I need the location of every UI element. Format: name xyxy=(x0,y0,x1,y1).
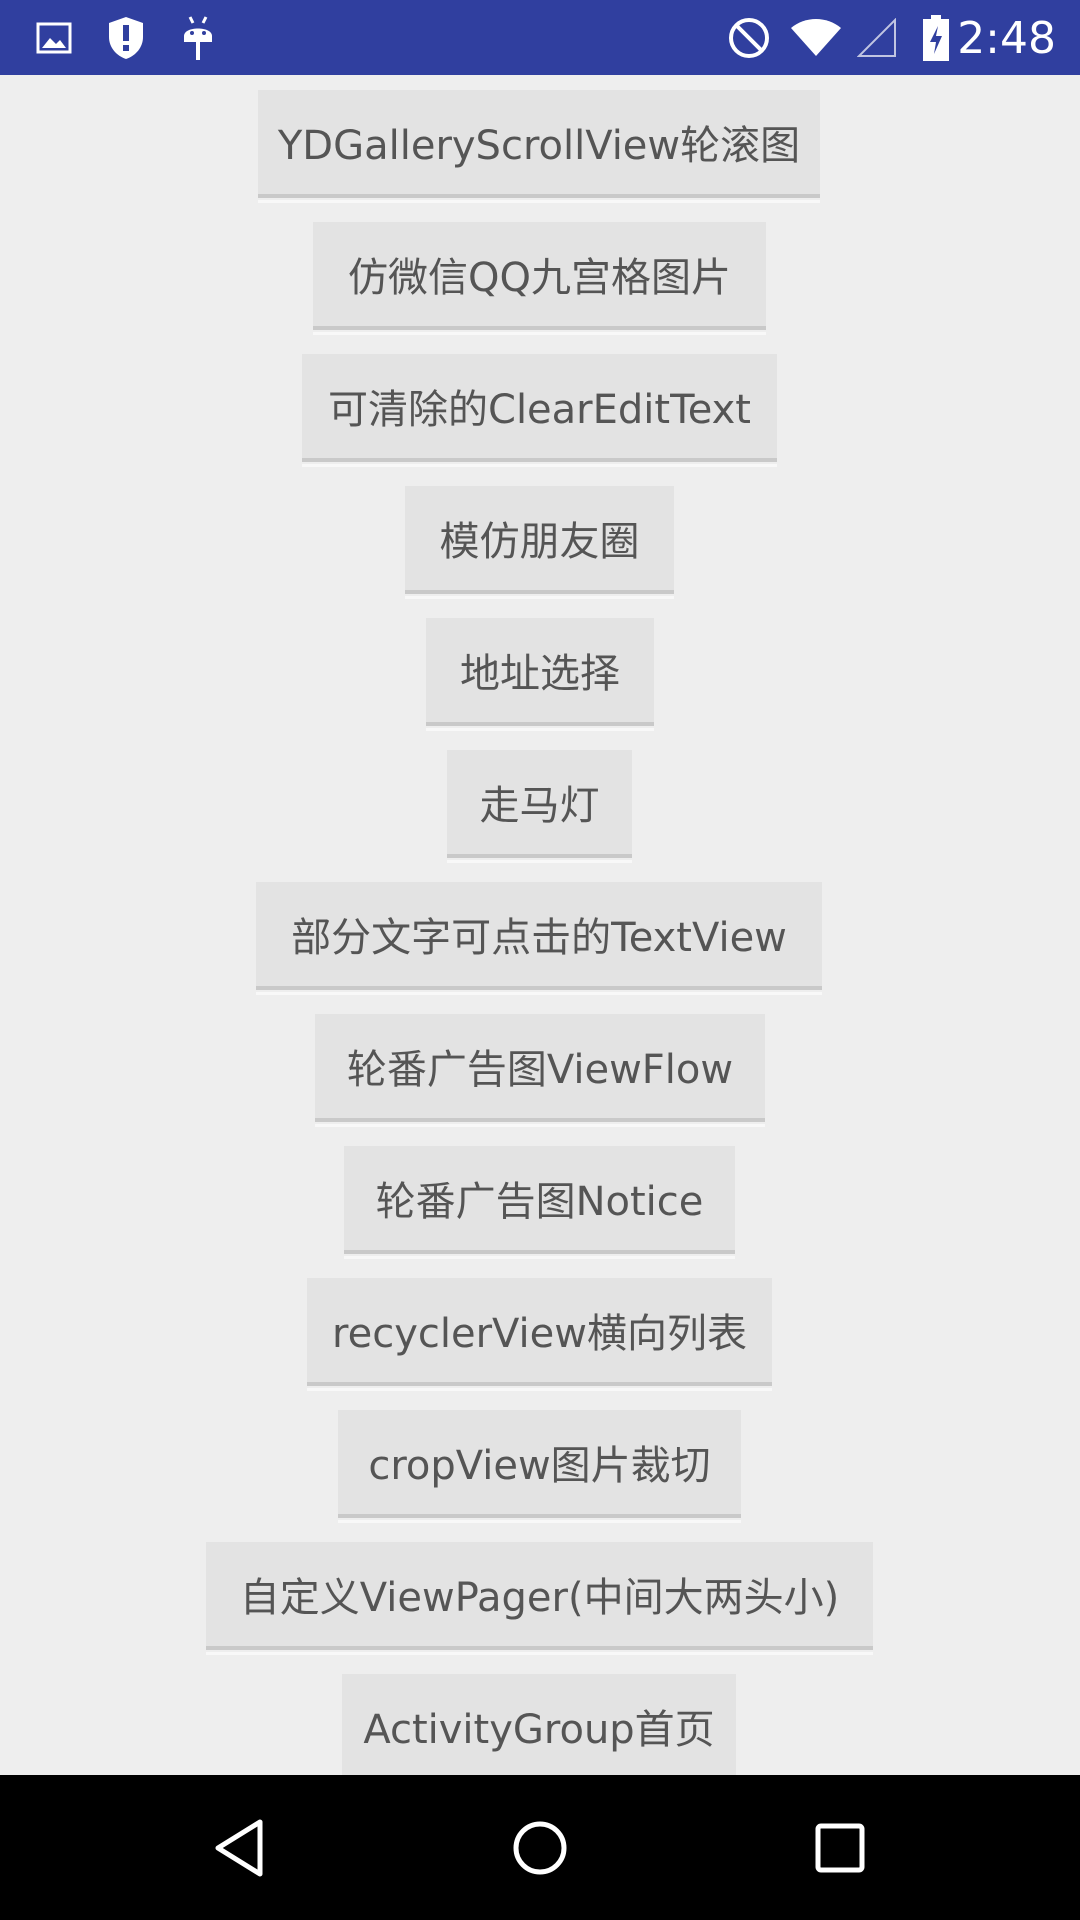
home-icon[interactable] xyxy=(480,1775,600,1920)
marquee-button[interactable]: 走马灯 xyxy=(447,750,632,863)
back-icon[interactable] xyxy=(180,1775,300,1920)
gallery-scroll-view-button[interactable]: YDGalleryScrollView轮滚图 xyxy=(258,90,820,203)
clickable-text-view-button[interactable]: 部分文字可点击的TextView xyxy=(256,882,822,995)
do-not-disturb-icon xyxy=(726,0,772,75)
custom-viewpager-button[interactable]: 自定义ViewPager(中间大两头小) xyxy=(206,1542,873,1655)
battery-charging-icon xyxy=(920,0,952,75)
cellular-signal-icon xyxy=(856,0,898,75)
viewflow-banner-button[interactable]: 轮番广告图ViewFlow xyxy=(315,1014,765,1127)
crop-view-button[interactable]: cropView图片裁切 xyxy=(338,1410,741,1523)
clock-time: 2:48 xyxy=(957,13,1056,64)
wechat-qq-grid-images-button[interactable]: 仿微信QQ九宫格图片 xyxy=(313,222,766,335)
moments-imitation-button[interactable]: 模仿朋友圈 xyxy=(405,486,674,599)
clear-edit-text-button[interactable]: 可清除的ClearEditText xyxy=(302,354,777,467)
notice-banner-button[interactable]: 轮番广告图Notice xyxy=(344,1146,735,1259)
shield-alert-icon xyxy=(104,0,148,75)
android-debug-icon xyxy=(180,0,216,75)
wifi-icon xyxy=(790,0,842,75)
status-bar: 2:48 xyxy=(0,0,1080,75)
navigation-bar xyxy=(0,1775,1080,1920)
button-list[interactable]: YDGalleryScrollView轮滚图 仿微信QQ九宫格图片 可清除的Cl… xyxy=(0,75,1080,1775)
address-picker-button[interactable]: 地址选择 xyxy=(426,618,654,731)
horizontal-recycler-view-button[interactable]: recyclerView横向列表 xyxy=(307,1278,772,1391)
image-icon xyxy=(34,0,74,75)
recents-icon[interactable] xyxy=(780,1775,900,1920)
activity-group-home-button[interactable]: ActivityGroup首页 xyxy=(342,1674,736,1775)
